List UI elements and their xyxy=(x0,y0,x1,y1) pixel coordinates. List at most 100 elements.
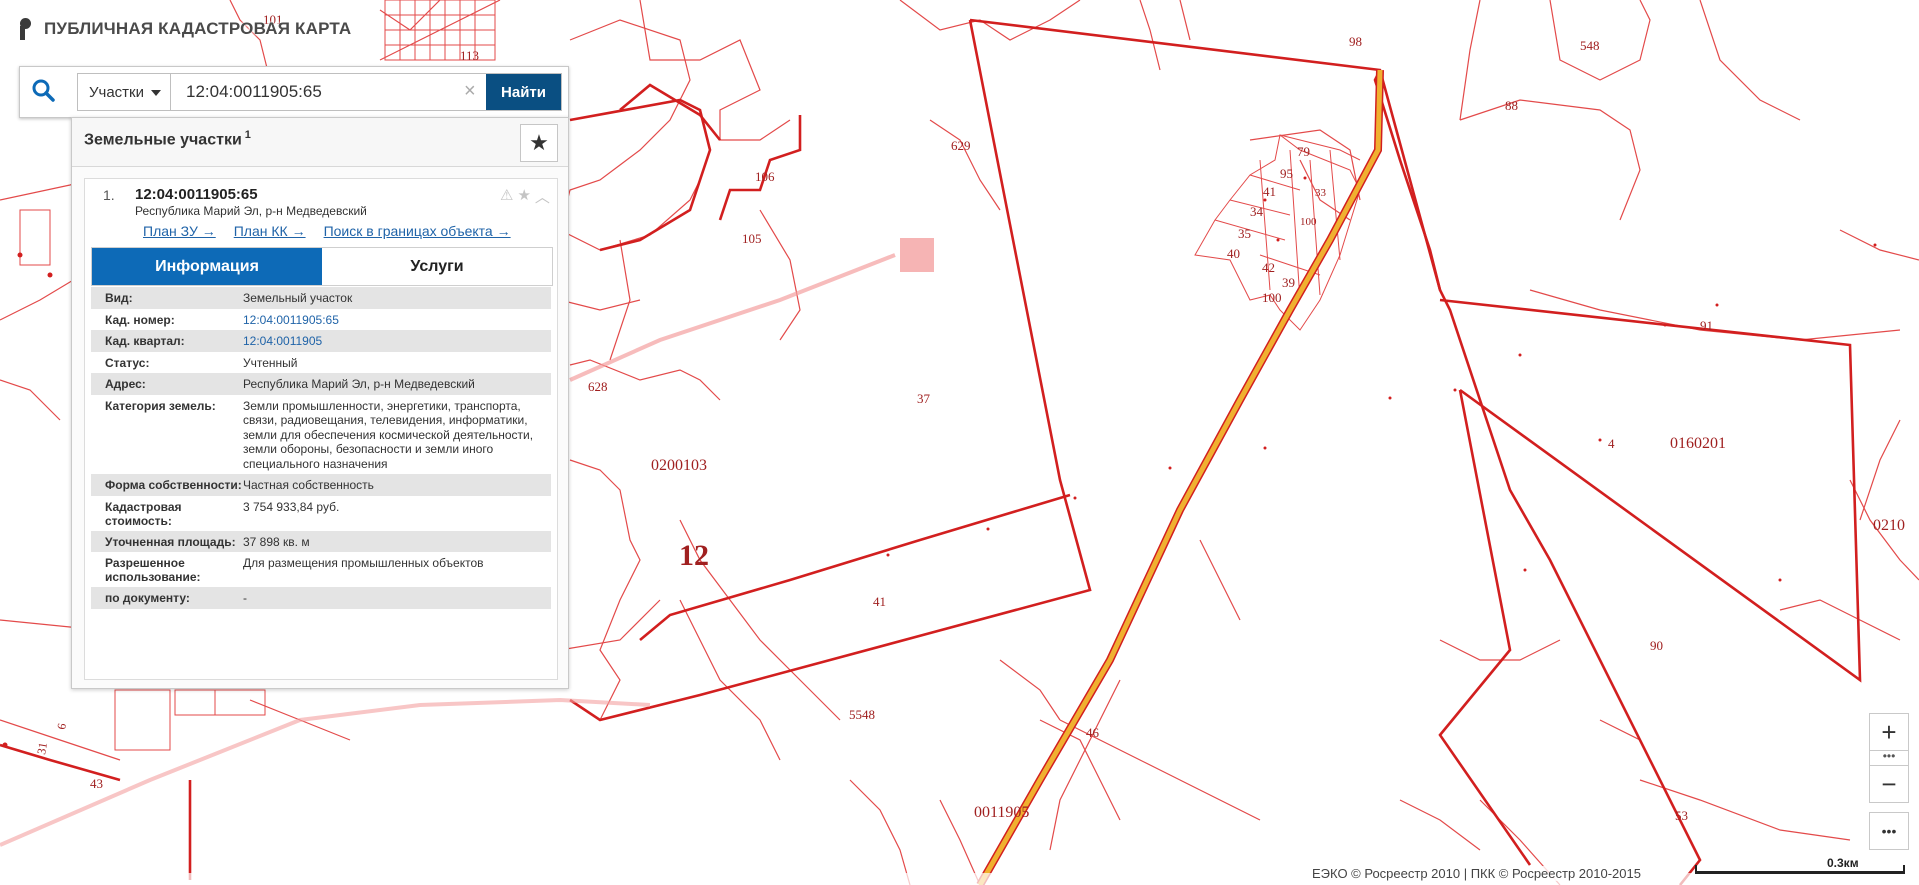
results-panel: Земельные участки 1 ★ 1. 12:04:0011905:65… xyxy=(71,117,569,689)
map-label: 42 xyxy=(1262,260,1275,275)
map-label: 105 xyxy=(742,231,762,246)
info-row: Уточненная площадь: 37 898 кв. м xyxy=(91,530,551,552)
map-label: 629 xyxy=(951,138,971,153)
search-input[interactable] xyxy=(172,74,462,110)
info-row: Вид: Земельный участок xyxy=(91,287,551,309)
chevron-down-icon xyxy=(151,90,161,96)
info-key: Адрес: xyxy=(105,377,146,391)
rosreestr-logo-icon xyxy=(20,18,36,40)
map-label: 100 xyxy=(1262,290,1282,305)
app-title[interactable]: ПУБЛИЧНАЯ КАДАСТРОВАЯ КАРТА xyxy=(20,18,351,40)
map-label: 91 xyxy=(1700,318,1713,333)
map-label: 79 xyxy=(1297,144,1310,159)
info-row: Форма собственности: Частная собственност… xyxy=(91,474,551,496)
search-bar: Участки × Найти xyxy=(19,66,569,118)
clear-icon[interactable]: × xyxy=(464,81,476,101)
map-label: 34 xyxy=(1250,204,1264,219)
map-label: 95 xyxy=(1280,166,1293,181)
info-row: Кадастровая стоимость: 3 754 933,84 руб. xyxy=(91,496,551,531)
map-label: 4 xyxy=(1608,436,1615,451)
info-value: Для размещения промышленных объектов xyxy=(243,556,484,570)
info-row: Адрес: Республика Марий Эл, р-н Медведевс… xyxy=(91,373,551,395)
info-value: 3 754 933,84 руб. xyxy=(243,499,340,514)
card-icons: ⚠ ★ ︿ xyxy=(500,186,550,207)
info-row: Кад. номер: 12:04:0011905:65 xyxy=(91,309,551,331)
info-row: по документу: - xyxy=(91,587,551,609)
info-value-link[interactable]: 12:04:0011905 xyxy=(243,334,551,349)
info-value: Земельный участок xyxy=(243,291,353,305)
search-type-select[interactable]: Участки xyxy=(78,74,171,110)
info-key: Форма собственности: xyxy=(105,478,242,492)
chevron-up-icon[interactable]: ︿ xyxy=(535,186,550,207)
map-label: 40 xyxy=(1227,246,1240,261)
attribution: ЕЭКО © Росреестр 2010 | ПКК © Росреестр … xyxy=(1312,866,1641,881)
result-address: Республика Марий Эл, р-н Медведевский xyxy=(135,204,367,218)
app-title-text: ПУБЛИЧНАЯ КАДАСТРОВАЯ КАРТА xyxy=(44,19,352,38)
results-count: 1 xyxy=(244,129,251,141)
search-field: Участки × Найти xyxy=(77,73,562,111)
info-key: Уточненная площадь: xyxy=(105,534,236,549)
search-icon[interactable] xyxy=(28,75,60,107)
map-label: 106 xyxy=(755,169,775,184)
map-label: 53 xyxy=(1675,808,1688,823)
result-card: 1. 12:04:0011905:65 Республика Марий Эл,… xyxy=(84,178,558,680)
zoom-in-button[interactable]: + xyxy=(1869,713,1909,751)
map-label: 100 xyxy=(1300,216,1317,228)
star-icon[interactable]: ★ xyxy=(517,186,530,207)
info-row: Кад. квартал: 12:04:0011905 xyxy=(91,330,551,352)
search-in-bounds-link[interactable]: Поиск в границах объекта → xyxy=(324,223,511,239)
map-label: 41 xyxy=(873,594,886,609)
map-label: 98 xyxy=(1349,34,1362,49)
info-key: по документу: xyxy=(105,591,190,605)
plan-zu-link[interactable]: План ЗУ → xyxy=(143,223,216,239)
favorites-button[interactable]: ★ xyxy=(520,124,558,162)
scale-bar xyxy=(1695,865,1905,874)
info-key: Категория земель: xyxy=(105,398,216,413)
map-label: 41 xyxy=(1263,184,1276,199)
info-value: 37 898 кв. м xyxy=(243,534,310,549)
result-cad-number[interactable]: 12:04:0011905:65 xyxy=(135,186,258,203)
tab-services[interactable]: Услуги xyxy=(322,248,552,285)
map-label: 548 xyxy=(1580,38,1600,53)
result-tabs: Информация Услуги xyxy=(91,247,553,286)
panel-header: Земельные участки 1 ★ xyxy=(72,118,568,167)
map-label: 88 xyxy=(1505,98,1518,113)
map-label: 0210 xyxy=(1873,517,1905,534)
warning-icon[interactable]: ⚠ xyxy=(500,186,513,207)
info-row: Разрешенное использование: Для размещения… xyxy=(91,552,551,587)
tab-info[interactable]: Информация xyxy=(92,248,322,285)
info-key: Статус: xyxy=(105,355,150,370)
info-key: Кадастровая стоимость: xyxy=(105,499,182,528)
map-label: 33 xyxy=(1315,187,1327,199)
map-label: 46 xyxy=(1086,725,1100,740)
result-number: 1. xyxy=(103,187,115,203)
find-button[interactable]: Найти xyxy=(486,74,561,110)
map-label: 43 xyxy=(90,776,103,791)
info-key: Кад. квартал: xyxy=(105,334,185,348)
info-value-link[interactable]: 12:04:0011905:65 xyxy=(243,313,551,328)
info-value: Частная собственность xyxy=(243,478,374,492)
selected-parcel-marker[interactable] xyxy=(900,238,934,272)
info-key: Вид: xyxy=(105,291,133,305)
info-key: Кад. номер: xyxy=(105,312,175,327)
map-label: 12 xyxy=(679,539,709,572)
more-button[interactable]: ••• xyxy=(1869,812,1909,850)
plan-kk-link[interactable]: План КК → xyxy=(234,223,306,239)
map-label: 0160201 xyxy=(1670,435,1726,452)
search-type-label: Участки xyxy=(89,83,144,101)
map-label: 113 xyxy=(460,48,479,63)
info-value: Учтенный xyxy=(243,355,298,370)
map-label: 39 xyxy=(1282,275,1295,290)
info-key: Разрешенное использование: xyxy=(105,556,201,584)
map-label: 35 xyxy=(1238,226,1251,241)
map-label: 5548 xyxy=(849,707,875,722)
map-label: 37 xyxy=(917,391,931,406)
info-row: Категория земель: Земли промышленности, э… xyxy=(91,395,551,475)
panel-title-text: Земельные участки xyxy=(84,131,242,149)
info-row: Статус: Учтенный xyxy=(91,352,551,374)
zoom-slider-handle[interactable]: ••• xyxy=(1869,750,1909,765)
zoom-out-button[interactable]: − xyxy=(1869,765,1909,803)
info-table: Вид: Земельный участок Кад. номер: 12:04:0… xyxy=(91,287,551,609)
zoom-controls: + ••• − xyxy=(1869,713,1909,803)
info-value: - xyxy=(243,591,247,605)
